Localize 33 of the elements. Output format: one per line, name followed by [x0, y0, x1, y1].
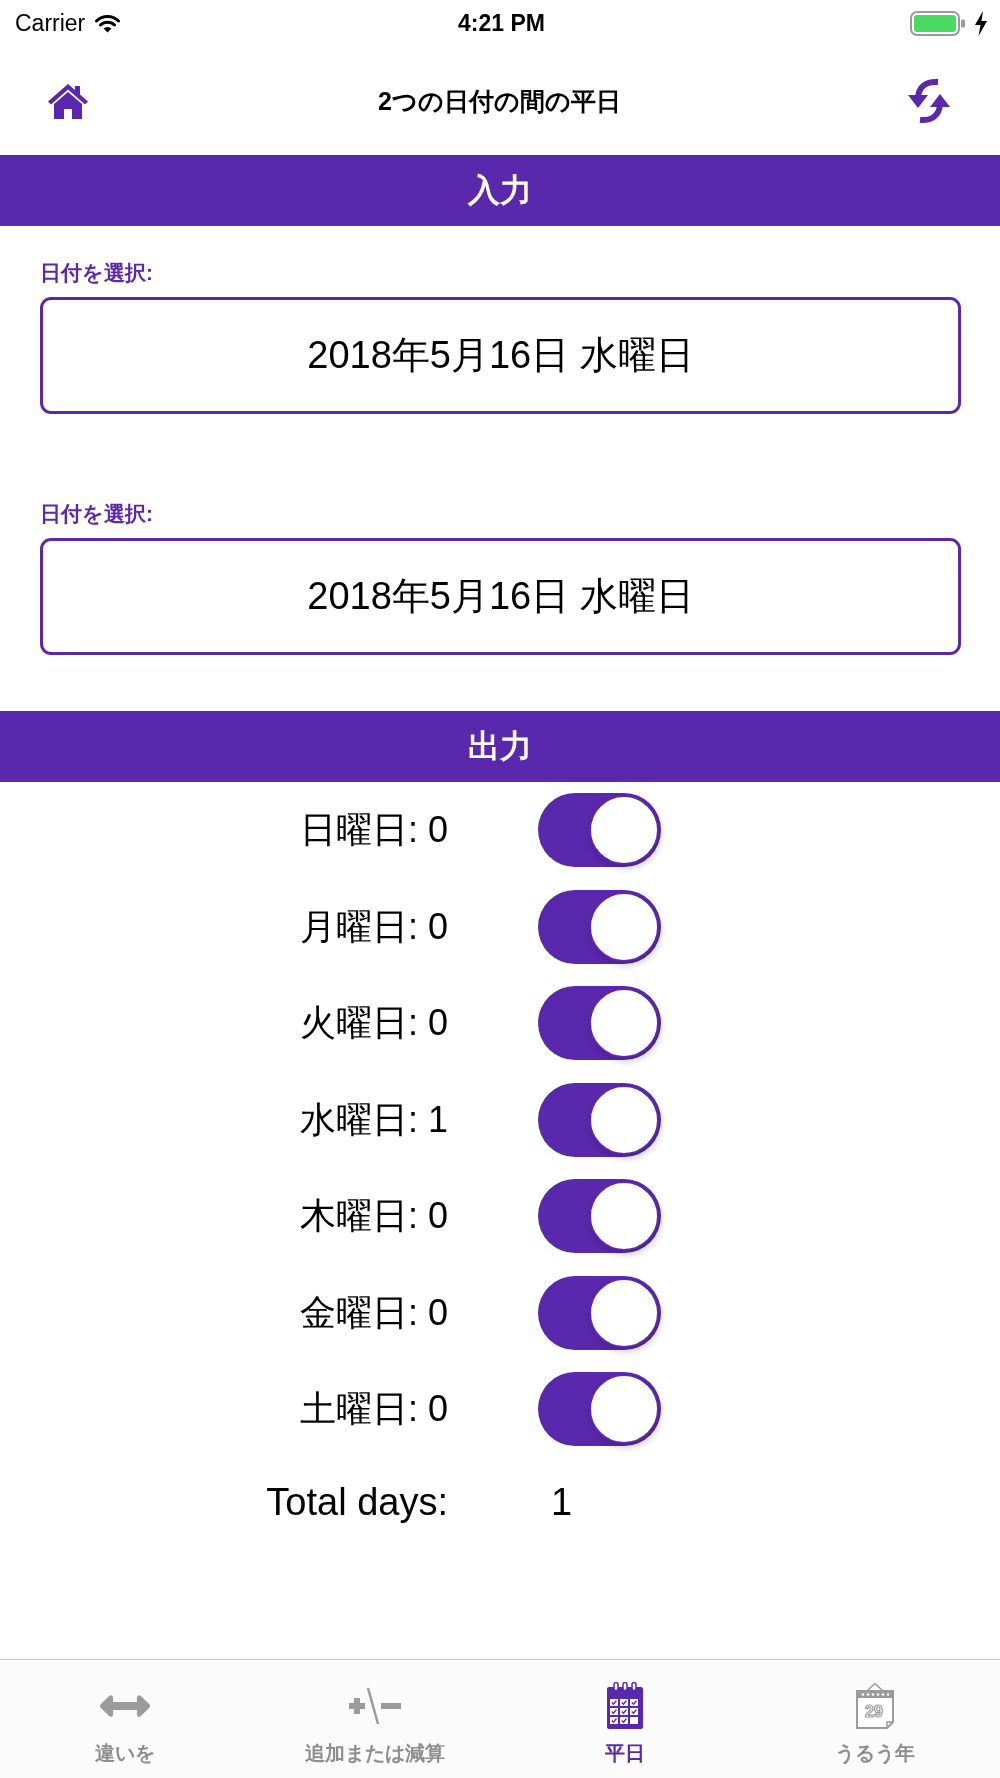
calendar-check-icon	[604, 1682, 646, 1730]
toggle-switch[interactable]	[538, 1082, 661, 1157]
home-icon[interactable]	[47, 82, 89, 119]
status-time: 4:21 PM	[458, 9, 545, 37]
field-label: 日付を選択:	[40, 502, 153, 526]
date-field[interactable]: 2018年5月16日 水曜日	[40, 297, 961, 414]
toggle-switch[interactable]	[538, 1275, 661, 1350]
total-label: Total days:	[266, 1479, 448, 1524]
battery-icon	[910, 10, 966, 36]
date-field[interactable]: 2018年5月16日 水曜日	[40, 538, 961, 655]
field-label: 日付を選択:	[40, 261, 153, 285]
toggle-switch[interactable]	[538, 889, 661, 964]
day-count-label: 木曜日: 0	[299, 1195, 448, 1238]
total-value: 1	[551, 1479, 573, 1524]
plus-minus-icon	[349, 1686, 401, 1726]
section-header: 出力	[0, 711, 1000, 782]
tab-item[interactable]: 平日	[500, 1660, 750, 1778]
day-count-label: 日曜日: 0	[299, 809, 448, 852]
nav-title: 2つの日付の間の平日	[378, 85, 621, 116]
toggle-switch[interactable]	[538, 986, 661, 1061]
day-count-label: 月曜日: 0	[299, 905, 448, 948]
refresh-icon[interactable]	[906, 77, 952, 124]
day-count-label: 金曜日: 0	[299, 1291, 448, 1334]
carrier-name: Carrier	[15, 9, 86, 37]
section-header: 入力	[0, 155, 1000, 226]
charging-bolt-icon	[974, 10, 988, 36]
day-count-label: 水曜日: 1	[299, 1098, 448, 1141]
wifi-icon	[95, 13, 121, 33]
toggle-switch[interactable]	[538, 1179, 661, 1254]
day-count-label: 火曜日: 0	[299, 1002, 448, 1045]
day-count-label: 土曜日: 0	[299, 1388, 448, 1431]
toggle-switch[interactable]	[538, 1372, 661, 1447]
toggle-switch[interactable]	[538, 793, 661, 868]
